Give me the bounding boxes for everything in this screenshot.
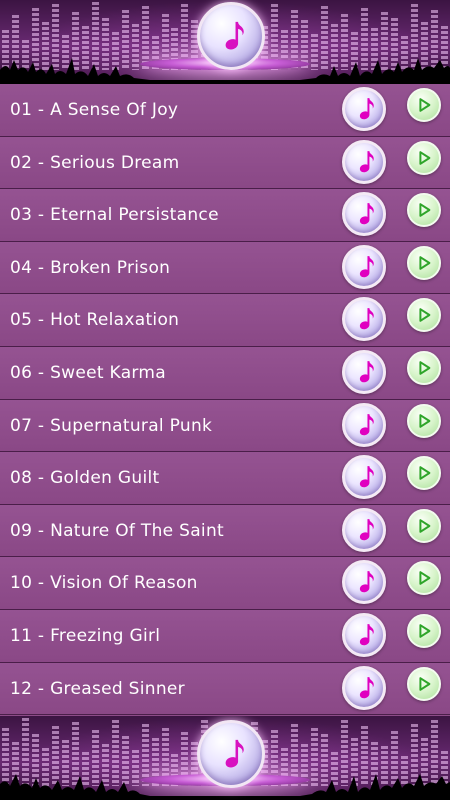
play-icon bbox=[419, 571, 431, 586]
track-title: 05 - Hot Relaxation bbox=[10, 310, 180, 331]
app-screen: 01 - A Sense Of Joy 02 - Serious Dream 03 … bbox=[0, 0, 450, 800]
play-button[interactable] bbox=[407, 350, 441, 385]
play-icon bbox=[419, 518, 431, 533]
set-ringtone-button[interactable] bbox=[342, 139, 386, 184]
play-icon bbox=[419, 624, 431, 638]
track-list: 01 - A Sense Of Joy 02 - Serious Dream 03 … bbox=[0, 84, 450, 716]
play-button[interactable] bbox=[407, 298, 441, 333]
set-ringtone-button[interactable] bbox=[342, 349, 386, 394]
track-row[interactable]: 10 - Vision Of Reason bbox=[0, 557, 450, 610]
play-icon bbox=[419, 361, 431, 375]
play-button[interactable] bbox=[407, 613, 441, 648]
header-banner bbox=[0, 0, 450, 84]
play-icon bbox=[419, 98, 431, 112]
play-button[interactable] bbox=[407, 193, 441, 228]
track-row[interactable]: 04 - Broken Prison bbox=[0, 241, 450, 295]
music-note-icon bbox=[359, 361, 374, 383]
music-note-icon bbox=[359, 98, 374, 120]
track-row[interactable]: 07 - Supernatural Punk bbox=[0, 399, 450, 453]
music-note-icon bbox=[359, 624, 374, 646]
footer-logo bbox=[197, 720, 265, 788]
track-title: 03 - Eternal Persistance bbox=[10, 205, 219, 226]
music-note-icon bbox=[359, 413, 374, 435]
play-button[interactable] bbox=[407, 88, 441, 122]
set-ringtone-button[interactable] bbox=[342, 455, 386, 500]
set-ringtone-button[interactable] bbox=[342, 297, 386, 342]
track-title: 08 - Golden Guilt bbox=[10, 468, 160, 489]
track-row[interactable]: 03 - Eternal Persistance bbox=[0, 189, 450, 242]
set-ringtone-button[interactable] bbox=[342, 560, 386, 605]
play-icon bbox=[419, 308, 431, 323]
music-note-icon bbox=[359, 308, 374, 330]
track-title: 11 - Freezing Girl bbox=[10, 625, 161, 646]
music-note-icon bbox=[359, 150, 374, 172]
set-ringtone-button[interactable] bbox=[342, 507, 386, 552]
play-button[interactable] bbox=[407, 508, 441, 543]
music-note-icon bbox=[359, 203, 374, 225]
track-row[interactable]: 06 - Sweet Karma bbox=[0, 346, 450, 400]
track-title: 12 - Greased Sinner bbox=[10, 678, 185, 699]
play-button[interactable] bbox=[407, 403, 441, 438]
track-title: 01 - A Sense Of Joy bbox=[10, 100, 179, 120]
track-row[interactable]: 05 - Hot Relaxation bbox=[0, 294, 450, 347]
track-title: 02 - Serious Dream bbox=[10, 152, 180, 173]
play-button[interactable] bbox=[407, 456, 441, 491]
play-icon bbox=[419, 676, 431, 691]
music-note-icon bbox=[359, 466, 374, 488]
music-note-icon bbox=[359, 255, 374, 278]
play-button[interactable] bbox=[407, 140, 441, 175]
track-title: 06 - Sweet Karma bbox=[10, 362, 166, 383]
track-row[interactable]: 02 - Serious Dream bbox=[0, 136, 450, 190]
set-ringtone-button[interactable] bbox=[342, 402, 386, 447]
track-title: 04 - Broken Prison bbox=[10, 257, 171, 278]
play-icon bbox=[419, 150, 431, 165]
app-logo bbox=[197, 2, 265, 70]
track-title: 10 - Vision Of Reason bbox=[10, 573, 198, 594]
play-icon bbox=[419, 203, 431, 218]
play-button[interactable] bbox=[407, 561, 441, 596]
track-row[interactable]: 01 - A Sense Of Joy bbox=[0, 84, 450, 137]
play-button[interactable] bbox=[407, 666, 441, 701]
play-icon bbox=[419, 255, 431, 270]
track-title: 07 - Supernatural Punk bbox=[10, 415, 213, 436]
music-note-icon bbox=[359, 518, 374, 541]
track-row[interactable]: 12 - Greased Sinner bbox=[0, 662, 450, 716]
play-icon bbox=[419, 466, 431, 480]
track-row[interactable]: 08 - Golden Guilt bbox=[0, 452, 450, 505]
music-note-icon bbox=[225, 21, 244, 50]
set-ringtone-button[interactable] bbox=[342, 612, 386, 657]
play-button[interactable] bbox=[407, 245, 441, 280]
music-note-icon bbox=[359, 676, 374, 698]
play-icon bbox=[419, 413, 431, 428]
set-ringtone-button[interactable] bbox=[342, 87, 386, 131]
set-ringtone-button[interactable] bbox=[342, 244, 386, 289]
set-ringtone-button[interactable] bbox=[342, 192, 386, 237]
track-row[interactable]: 09 - Nature Of The Saint bbox=[0, 504, 450, 558]
set-ringtone-button[interactable] bbox=[342, 665, 386, 710]
music-note-icon bbox=[225, 739, 244, 768]
track-row[interactable]: 11 - Freezing Girl bbox=[0, 609, 450, 663]
music-note-icon bbox=[359, 571, 374, 593]
footer-banner bbox=[0, 716, 450, 800]
track-title: 09 - Nature Of The Saint bbox=[10, 520, 224, 541]
